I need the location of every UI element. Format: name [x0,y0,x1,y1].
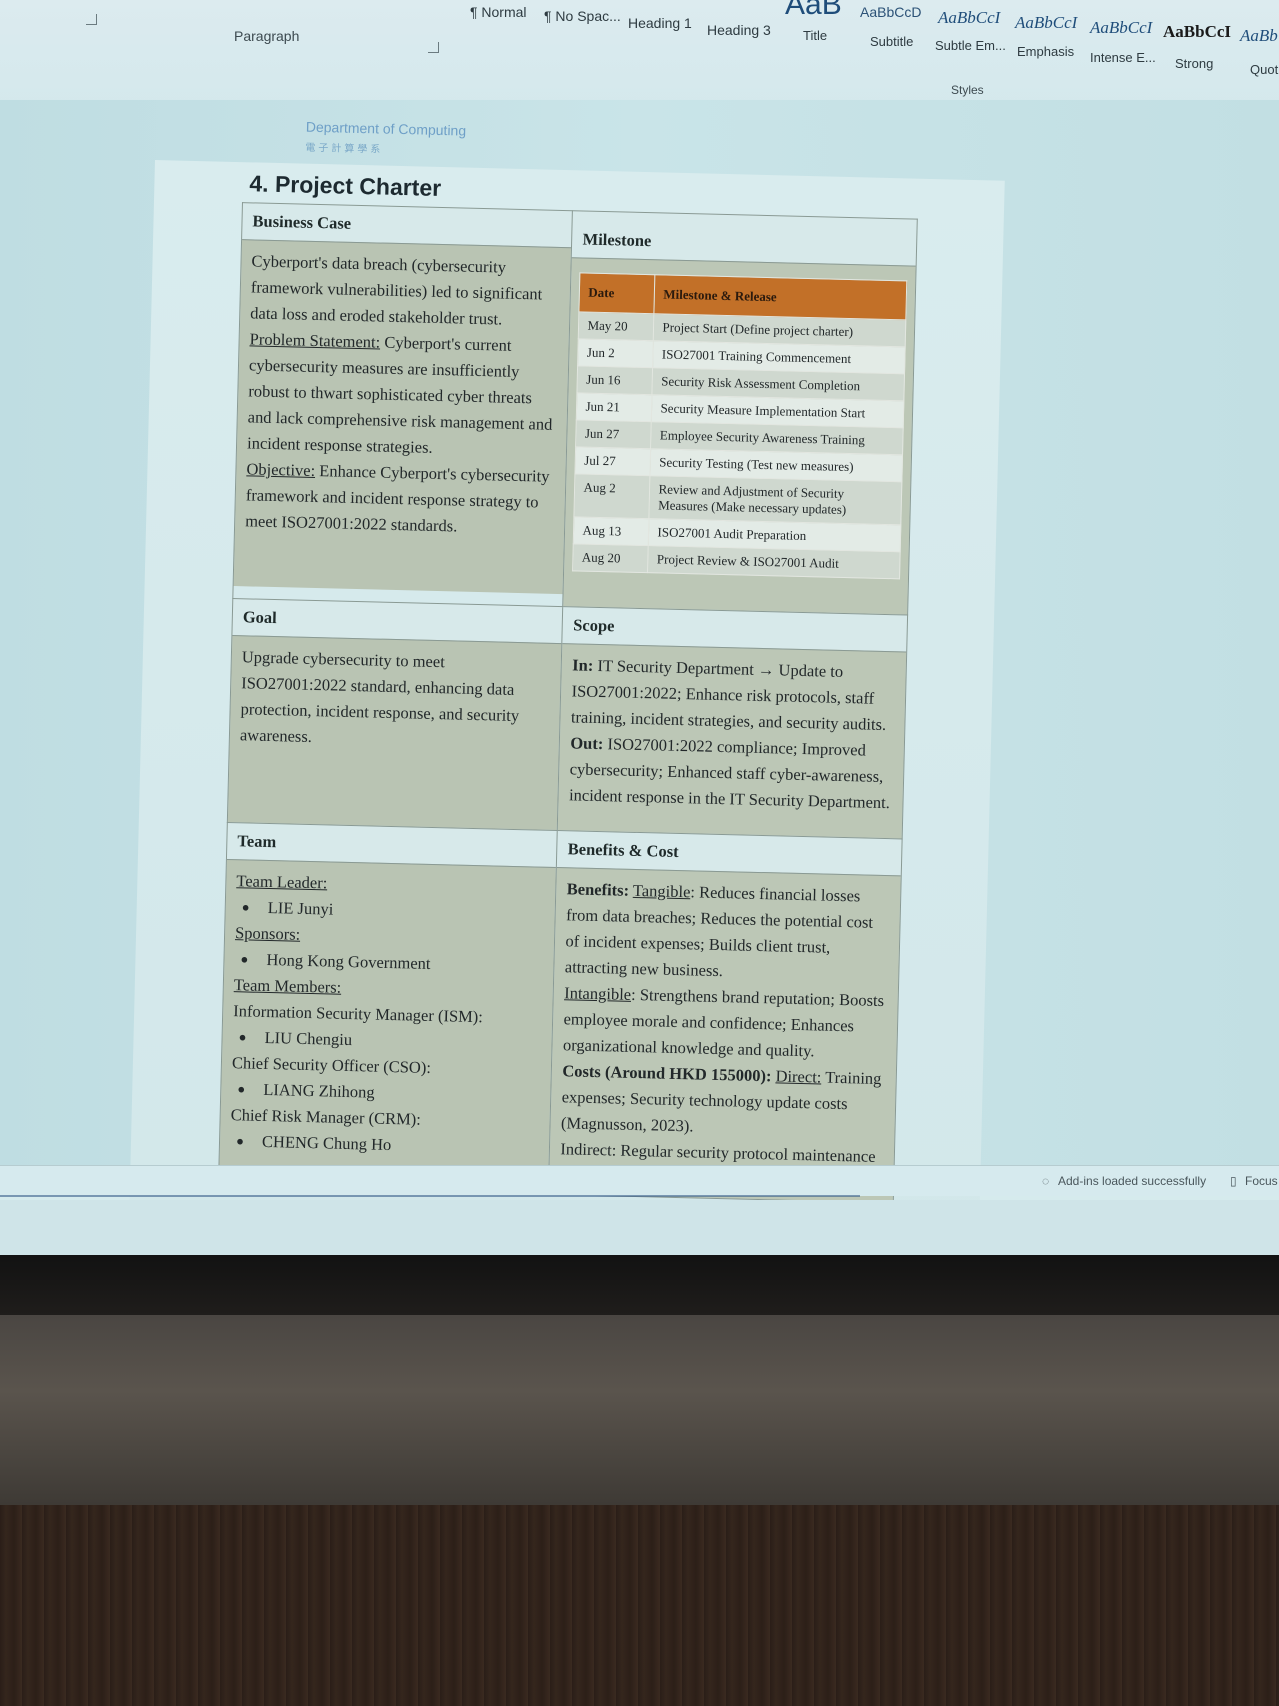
scope-out-label: Out: [570,733,604,754]
problem-statement-text: Cyberport's current cybersecurity measur… [246,332,553,457]
style-quote-sample[interactable]: AaBb [1240,26,1278,46]
page-header-department-chinese: 電子計算學系 [305,142,384,156]
business-case-cell[interactable]: Business Case Cyberport's data breach (c… [232,202,573,607]
scope-in-label: In: [572,655,594,675]
milestone-item: Review and Adjustment of Security Measur… [649,475,902,525]
styles-group-label: Styles [951,83,984,97]
style-strong[interactable]: Strong [1175,56,1213,71]
style-emphasis-sample[interactable]: AaBbCcI [1015,13,1077,33]
section-title: 4. Project Charter [249,170,442,201]
milestone-date: Jul 27 [575,446,652,476]
milestone-col-release: Milestone & Release [654,274,907,320]
milestone-table[interactable]: Date Milestone & Release May 20 Project S… [573,272,908,579]
focus-mode-button[interactable]: Focus [1245,1174,1278,1188]
style-intense-em-sample[interactable]: AaBbCcI [1090,18,1152,38]
benefits-cost-cell[interactable]: Benefits & Cost Benefits: Tangible: Redu… [548,830,903,1203]
paragraph-group-label: Paragraph [234,28,300,44]
milestone-date: May 20 [578,311,655,341]
goal-cell[interactable]: Goal Upgrade cybersecurity to meet ISO27… [227,598,564,831]
milestone-date: Jun 2 [578,338,654,368]
monitor-screen: Paragraph ¶ Normal ¶ No Spac... Heading … [0,0,1279,1255]
milestone-item: Project Review & ISO27001 Audit [648,545,901,579]
status-bar: ◌ Add-ins loaded successfully ▯ Focus [0,1165,1279,1196]
goal-text: Upgrade cybersecurity to meet ISO27001:2… [239,647,520,747]
direct-label: Direct: [775,1066,822,1087]
style-quote[interactable]: Quot [1250,62,1278,77]
indirect-text: Indirect: Regular security protocol main… [560,1139,876,1166]
style-normal[interactable]: ¶ Normal [470,4,527,20]
style-subtle-emphasis[interactable]: Subtle Em... [935,38,1006,53]
style-heading-1[interactable]: Heading 1 [628,15,692,31]
document-canvas[interactable]: Department of Computing 電子計算學系 4. Projec… [0,100,1279,1255]
monitor-bezel [0,1255,1279,1315]
scope-cell[interactable]: Scope In: IT Security Department → Updat… [557,606,908,839]
wooden-desk [0,1505,1279,1706]
costs-label: Costs (Around HKD 155000): [562,1061,772,1086]
business-case-intro: Cyberport's data breach (cybersecurity f… [250,251,543,329]
lower-screen-area [0,1200,1279,1255]
intangible-label: Intangible [564,983,632,1004]
team-cell[interactable]: Team Team Leader: LIE Junyi Sponsors: Ho… [218,822,558,1195]
project-charter-table[interactable]: Business Case Cyberport's data breach (c… [217,202,918,1204]
taskbar-divider [0,1195,860,1197]
style-heading-3[interactable]: Heading 3 [707,22,771,38]
milestone-heading: Milestone [572,211,917,266]
addins-status-icon: ◌ [1042,1174,1050,1188]
milestone-date: Jun 16 [577,365,654,395]
milestone-date: Aug 2 [574,473,651,519]
style-title-sample[interactable]: AaB [785,0,842,22]
document-page[interactable]: Department of Computing 電子計算學系 4. Projec… [127,119,1005,1255]
style-subtitle[interactable]: Subtitle [870,34,913,49]
benefits-label: Benefits: [566,879,630,900]
style-emphasis[interactable]: Emphasis [1017,44,1074,59]
milestone-col-date: Date [579,272,656,314]
scope-out-text: ISO27001:2022 compliance; Improved cyber… [568,734,891,813]
monitor-base [0,1315,1279,1505]
dialog-launcher-icon[interactable] [86,14,97,25]
style-intense-emphasis[interactable]: Intense E... [1090,50,1156,65]
problem-statement-label: Problem Statement: [249,329,381,352]
objective-label: Objective: [246,459,316,481]
focus-icon: ▯ [1230,1174,1237,1188]
milestone-date: Aug 20 [573,543,649,573]
style-subtle-em-sample[interactable]: AaBbCcI [938,8,1000,28]
style-title[interactable]: Title [803,28,827,43]
milestone-date: Aug 13 [573,516,650,546]
addins-status-text[interactable]: Add-ins loaded successfully [1058,1174,1206,1188]
paragraph-launcher-icon[interactable] [428,42,439,53]
tangible-label: Tangible [632,880,691,902]
scope-in-text: IT Security Department → Update to ISO27… [570,655,887,735]
style-subtitle-sample[interactable]: AaBbCcD [860,4,921,20]
page-header-department: Department of Computing [305,118,467,139]
milestone-date: Jun 27 [576,419,652,449]
style-strong-sample[interactable]: AaBbCcI [1163,22,1231,42]
style-no-spacing[interactable]: ¶ No Spac... [544,8,621,24]
milestone-cell[interactable]: Milestone Date Milestone & Release May 2… [563,210,918,616]
milestone-date: Jun 21 [576,392,653,422]
